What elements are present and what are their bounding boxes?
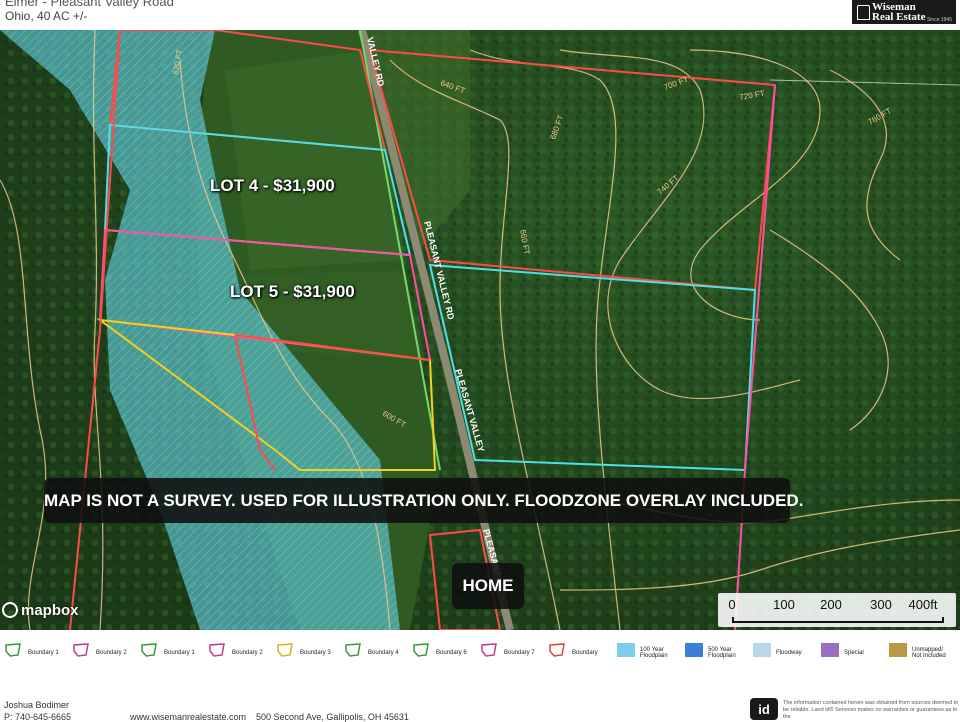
footer: Joshua Bodimer P: 740-645-6665 www.wisem…	[0, 676, 960, 722]
home-button[interactable]: HOME	[452, 563, 524, 609]
legend-swatch-shape	[685, 643, 703, 657]
legend-swatch	[209, 643, 225, 657]
scale-tick-100: 100	[773, 597, 795, 612]
legend-swatch	[821, 643, 839, 657]
legend-swatch	[889, 643, 907, 657]
legend-swatch-shape	[345, 643, 361, 657]
legend-label: Boundary 7	[504, 650, 535, 656]
building-icon	[857, 5, 870, 20]
legend-swatch-shape	[413, 643, 429, 657]
legend-swatch	[141, 643, 157, 657]
agent-phone[interactable]: P: 740-645-6665	[4, 712, 71, 722]
legend-label: Special	[844, 650, 864, 656]
office-address: 500 Second Ave, Gallipolis, OH 45631	[256, 712, 409, 722]
map-canvas[interactable]: VALLEY RD PLEASANT VALLEY RD PLEASANT VA…	[0, 30, 960, 630]
legend-swatch-shape	[549, 643, 565, 657]
legend-swatch-shape	[481, 643, 497, 657]
legend-swatch	[617, 643, 635, 657]
legend-label: Floodway	[776, 650, 802, 656]
scale-tick-300: 300	[870, 597, 892, 612]
website-link[interactable]: www.wisemanrealestate.com	[130, 712, 246, 722]
legend-swatch	[277, 643, 293, 657]
legend-label: Boundary 2	[96, 650, 127, 656]
legend-swatch-shape	[277, 643, 293, 657]
listing-title: Elmer - Pleasant Valley Road	[5, 0, 174, 9]
legend-swatch	[413, 643, 429, 657]
legend-swatch-shape	[753, 643, 771, 657]
lot-5-label[interactable]: LOT 5 - $31,900	[230, 282, 355, 302]
scale-tick-0: 0	[728, 597, 736, 612]
legend-swatch-shape	[73, 643, 89, 657]
scale-bar: 0 100 200 300 400ft	[718, 593, 956, 627]
legend-swatch-shape	[617, 643, 635, 657]
scale-tick-400: 400ft	[908, 597, 938, 612]
legend-label: Boundary 4	[368, 650, 399, 656]
legend-swatch	[549, 643, 565, 657]
scale-tick-200: 200	[820, 597, 842, 612]
legend-label: Boundary 3	[300, 650, 331, 656]
mapbox-text: mapbox	[21, 602, 79, 619]
data-notice: The information contained herein was obt…	[783, 700, 959, 720]
disclaimer-banner: MAP IS NOT A SURVEY. USED FOR ILLUSTRATI…	[44, 478, 803, 523]
logo-since: Since 1945	[926, 17, 952, 23]
scale-bar-line	[732, 617, 944, 623]
legend-swatch-shape	[821, 643, 839, 657]
legend-label: 500 Year Floodplain	[708, 647, 736, 659]
logo-name: Wiseman Real Estate	[872, 2, 926, 23]
legend-swatch	[345, 643, 361, 657]
legend-swatch-shape	[141, 643, 157, 657]
map-legend: Boundary 1 Boundary 2 Boundary 1 Boundary 2…	[0, 632, 960, 670]
legend-swatch	[481, 643, 497, 657]
legend-swatch	[753, 643, 771, 657]
mapbox-attribution[interactable]: mapbox	[2, 602, 79, 619]
mapbox-icon	[2, 602, 18, 618]
lot-4-label[interactable]: LOT 4 - $31,900	[210, 176, 335, 196]
satellite-map[interactable]: VALLEY RD PLEASANT VALLEY RD PLEASANT VA…	[0, 30, 960, 630]
legend-swatch	[5, 643, 21, 657]
listing-subtitle: Ohio, 40 AC +/-	[5, 9, 88, 23]
legend-swatch-shape	[5, 643, 21, 657]
legend-swatch	[73, 643, 89, 657]
map-header: Elmer - Pleasant Valley Road Ohio, 40 AC…	[0, 0, 960, 30]
agent-name: Joshua Bodimer	[4, 700, 70, 710]
legend-swatch-shape	[209, 643, 225, 657]
legend-label: Boundary 1	[28, 650, 59, 656]
legend-label: 100 Year Floodplain	[640, 647, 668, 659]
legend-label: Unmapped/ Not Included	[912, 647, 946, 659]
landid-logo[interactable]: id	[750, 698, 778, 720]
legend-label: Boundary 2	[232, 650, 263, 656]
legend-label: Boundary 1	[164, 650, 195, 656]
legend-swatch	[685, 643, 703, 657]
wiseman-logo[interactable]: Wiseman Real Estate Since 1945	[852, 0, 956, 24]
logo-name-line2: Real Estate	[872, 11, 926, 23]
legend-label: Boundary	[572, 650, 598, 656]
legend-swatch-shape	[889, 643, 907, 657]
legend-label: Boundary 6	[436, 650, 467, 656]
